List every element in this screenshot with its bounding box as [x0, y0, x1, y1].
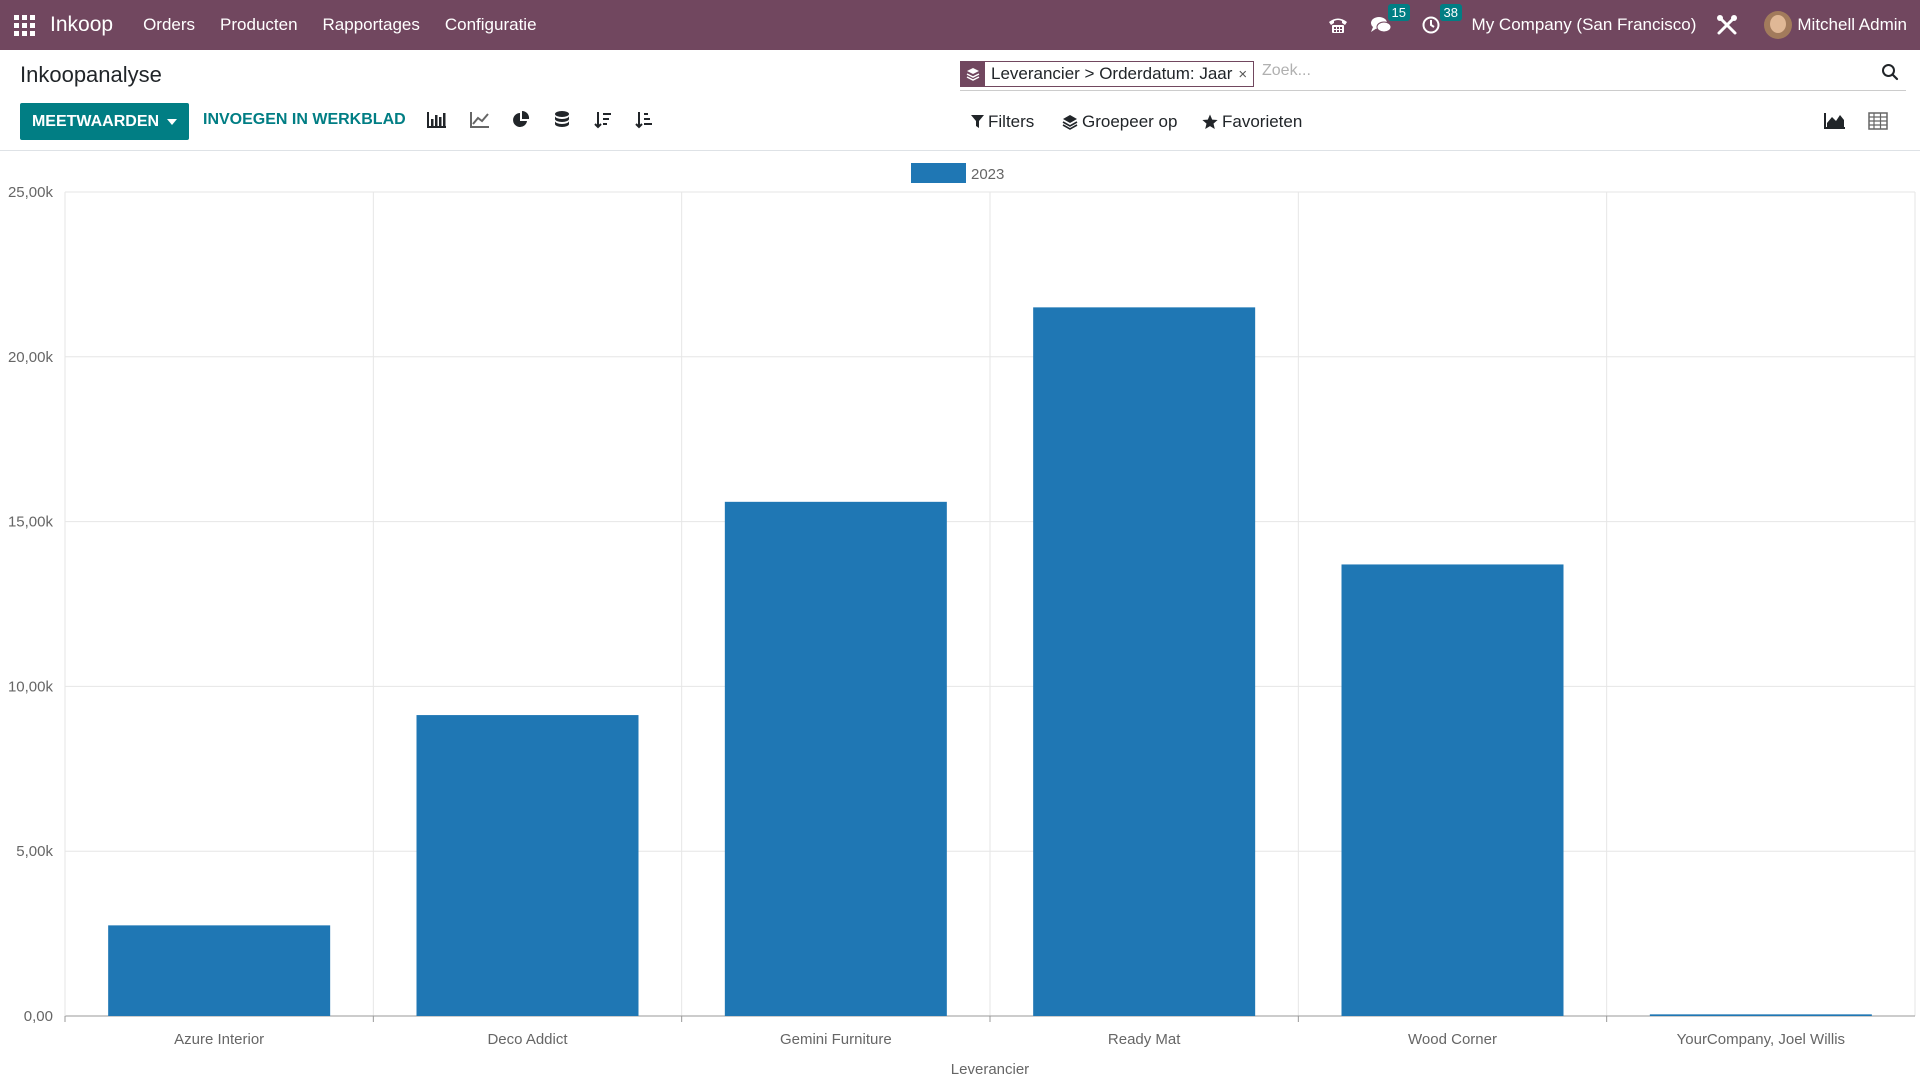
line-chart-icon[interactable] — [469, 110, 491, 135]
group-by-label: Groepeer op — [1082, 112, 1178, 131]
x-tick-label: Ready Mat — [1108, 1031, 1181, 1048]
company-switcher[interactable]: My Company (San Francisco) — [1472, 15, 1697, 35]
filters-label: Filters — [988, 112, 1035, 131]
x-tick-label: Gemini Furniture — [780, 1031, 892, 1048]
stacked-icon[interactable] — [552, 110, 572, 135]
y-tick-label: 5,00k — [16, 843, 53, 860]
star-icon — [1202, 114, 1218, 129]
y-tick-label: 15,00k — [8, 514, 54, 531]
avatar[interactable] — [1764, 11, 1793, 39]
bar — [1341, 564, 1564, 1016]
x-tick-label: Wood Corner — [1408, 1031, 1497, 1048]
layers-icon — [1062, 115, 1078, 130]
x-tick-label: YourCompany, Joel Willis — [1677, 1031, 1845, 1048]
debug-tools-icon[interactable] — [1716, 14, 1738, 36]
bar — [416, 715, 639, 1016]
facet-remove-button[interactable]: × — [1238, 66, 1247, 83]
filters-button[interactable]: Filters — [971, 112, 1034, 132]
insert-spreadsheet-button[interactable]: INVOEGEN IN WERKBLAD — [203, 111, 406, 129]
menu-orders[interactable]: Orders — [143, 15, 195, 35]
menu-producten[interactable]: Producten — [220, 15, 298, 35]
bar — [724, 501, 947, 1017]
filter-icon — [971, 115, 984, 128]
chat-badge: 15 — [1387, 4, 1411, 21]
app-brand[interactable]: Inkoop — [50, 13, 113, 37]
search-input[interactable]: Zoek... — [1262, 62, 1311, 80]
measures-label: MEETWAARDEN — [31, 112, 160, 130]
chat-icon[interactable]: 15 — [1370, 4, 1411, 34]
legend-label: 2023 — [971, 166, 1004, 183]
menu-configuratie[interactable]: Configuratie — [445, 15, 537, 35]
favorites-button[interactable]: Favorieten — [1202, 112, 1302, 132]
legend-swatch — [911, 163, 966, 183]
y-tick-label: 20,00k — [8, 349, 54, 366]
page-title: Inkoopanalyse — [20, 62, 162, 87]
favorites-label: Favorieten — [1222, 112, 1303, 131]
bar — [1649, 1014, 1872, 1016]
pie-chart-icon[interactable] — [511, 110, 531, 135]
group-by-button[interactable]: Groepeer op — [1062, 112, 1177, 132]
menu-rapportages[interactable]: Rapportages — [323, 15, 420, 35]
graph-view-icon[interactable] — [1824, 112, 1846, 135]
y-tick-label: 0,00 — [24, 1008, 53, 1025]
measures-button[interactable]: MEETWAARDEN — [20, 103, 189, 140]
clock-icon[interactable]: 38 — [1422, 4, 1463, 34]
search-underline — [960, 90, 1906, 91]
facet-label: Leverancier > Orderdatum: Jaar — [991, 64, 1233, 83]
y-tick-label: 25,00k — [8, 184, 54, 201]
y-tick-label: 10,00k — [8, 678, 54, 695]
bar-chart-icon[interactable] — [426, 110, 448, 135]
bar-chart: 0,00 5,00k 10,00k 15,00k 20,00k 25,00k Azure I… — [8, 163, 1916, 1078]
user-menu[interactable]: Mitchell Admin — [1797, 15, 1907, 35]
search-icon[interactable] — [1881, 63, 1899, 86]
bar — [108, 925, 331, 1016]
caret-down-icon — [167, 118, 178, 125]
search-facet[interactable]: Leverancier > Orderdatum: Jaar × — [960, 61, 1255, 87]
x-tick-label: Deco Addict — [487, 1031, 568, 1048]
activity-badge: 38 — [1439, 4, 1463, 21]
phone-icon[interactable] — [1328, 16, 1348, 34]
apps-menu-icon[interactable] — [12, 13, 36, 37]
sort-ascending-icon[interactable] — [634, 110, 654, 135]
bar — [1033, 307, 1256, 1016]
top-navbar: Inkoop Orders Producten Rapportages Conf… — [0, 0, 1920, 50]
sort-descending-icon[interactable] — [593, 110, 613, 135]
x-tick-label: Azure Interior — [174, 1031, 264, 1048]
layers-icon — [961, 62, 985, 86]
x-axis-title: Leverancier — [951, 1061, 1029, 1078]
pivot-view-icon[interactable] — [1868, 112, 1888, 135]
